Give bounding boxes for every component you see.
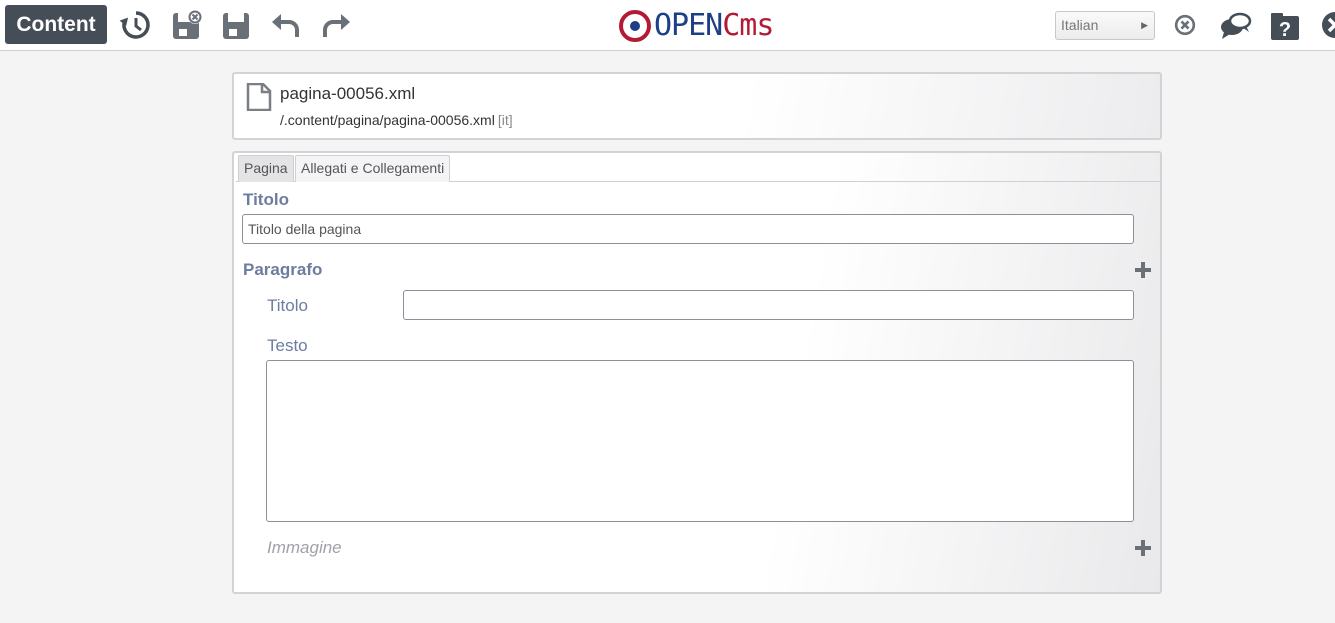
tab-pagina[interactable]: Pagina <box>238 155 294 182</box>
logo-text: OPENCms <box>654 7 774 43</box>
undo-icon[interactable] <box>269 8 303 42</box>
title-label: Titolo <box>243 190 289 209</box>
logo-mark-icon <box>619 10 651 42</box>
add-paragraph-icon[interactable] <box>1134 261 1152 279</box>
tab-bar: Pagina Allegati e Collegamenti <box>236 153 1160 182</box>
title-input[interactable]: Titolo della pagina <box>242 214 1134 244</box>
image-label: Immagine <box>267 538 342 557</box>
add-image-icon[interactable] <box>1134 539 1152 557</box>
comment-icon[interactable] <box>1218 8 1252 42</box>
history-icon[interactable] <box>119 8 153 42</box>
file-name: pagina-00056.xml <box>280 84 416 103</box>
redo-icon[interactable] <box>319 8 353 42</box>
file-path: /.content/pagina/pagina-00056.xml [it] <box>280 112 513 128</box>
opencms-logo: OPENCms <box>618 4 793 46</box>
chevron-right-icon: ▶ <box>1141 20 1148 30</box>
language-value: Italian <box>1061 17 1099 33</box>
paragraph-title-label: Titolo <box>267 296 308 315</box>
svg-text:?: ? <box>1279 19 1291 41</box>
language-select[interactable]: Italian ▶ <box>1055 11 1155 40</box>
paragraph-title-input[interactable] <box>403 290 1134 320</box>
tab-allegati-e-collegamenti[interactable]: Allegati e Collegamenti <box>295 155 451 182</box>
help-icon[interactable]: ? <box>1268 8 1302 42</box>
resource-info-box: pagina-00056.xml /.content/pagina/pagina… <box>232 72 1162 140</box>
text-area[interactable] <box>266 360 1134 522</box>
file-locale: [it] <box>497 112 513 128</box>
file-icon <box>246 82 272 112</box>
save-icon[interactable] <box>219 8 253 42</box>
text-label: Testo <box>267 336 308 355</box>
save-and-exit-icon[interactable] <box>169 8 203 42</box>
cancel-icon[interactable] <box>1170 10 1200 40</box>
close-icon[interactable] <box>1318 8 1335 42</box>
paragraph-label: Paragrafo <box>243 260 323 279</box>
content-editor: Pagina Allegati e Collegamenti Titolo Ti… <box>232 151 1162 594</box>
content-context-button[interactable]: Content <box>5 5 107 44</box>
toolbar: Content OPENCms Italian ▶ ? <box>0 0 1335 51</box>
file-path-text: /.content/pagina/pagina-00056.xml <box>280 112 495 128</box>
